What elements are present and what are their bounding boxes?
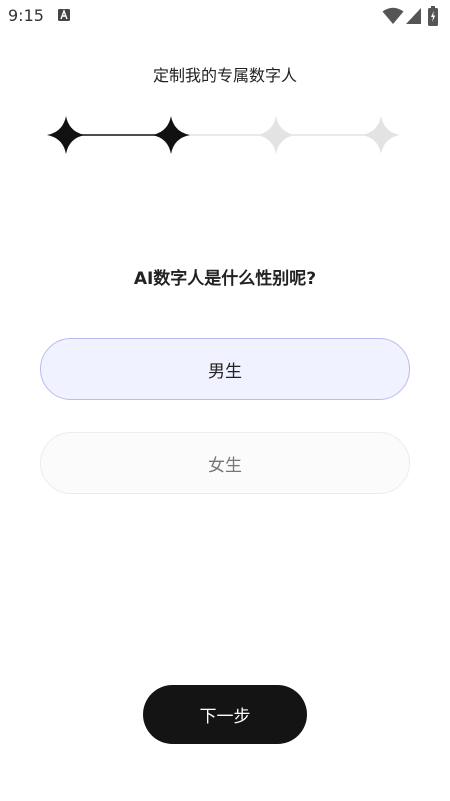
progress-star-4-icon xyxy=(362,116,400,154)
status-time: 9:15 xyxy=(8,6,44,25)
next-button[interactable]: 下一步 xyxy=(143,685,307,744)
status-bar: 9:15 xyxy=(0,0,450,32)
progress-star-1-icon xyxy=(47,116,85,154)
progress-star-3-icon xyxy=(257,116,295,154)
option-female-label: 女生 xyxy=(208,455,242,476)
progress-indicator xyxy=(47,116,400,154)
next-button-label: 下一步 xyxy=(199,707,251,727)
option-female-button[interactable]: 女生 xyxy=(40,432,410,494)
option-male-button[interactable]: 男生 xyxy=(40,338,410,400)
wifi-icon xyxy=(382,7,404,24)
battery-icon xyxy=(428,6,438,26)
screen: 9:15 定制我的专属数字人 AI数字人是什么性别呢? 男生 女生 下一步 xyxy=(0,0,450,801)
question-text: AI数字人是什么性别呢? xyxy=(133,269,317,289)
signal-icon xyxy=(406,8,421,24)
option-male-label: 男生 xyxy=(208,361,242,382)
progress-star-2-icon xyxy=(152,116,190,154)
a-icon xyxy=(58,9,70,21)
status-icons xyxy=(382,6,442,26)
page-title: 定制我的专属数字人 xyxy=(152,66,297,85)
